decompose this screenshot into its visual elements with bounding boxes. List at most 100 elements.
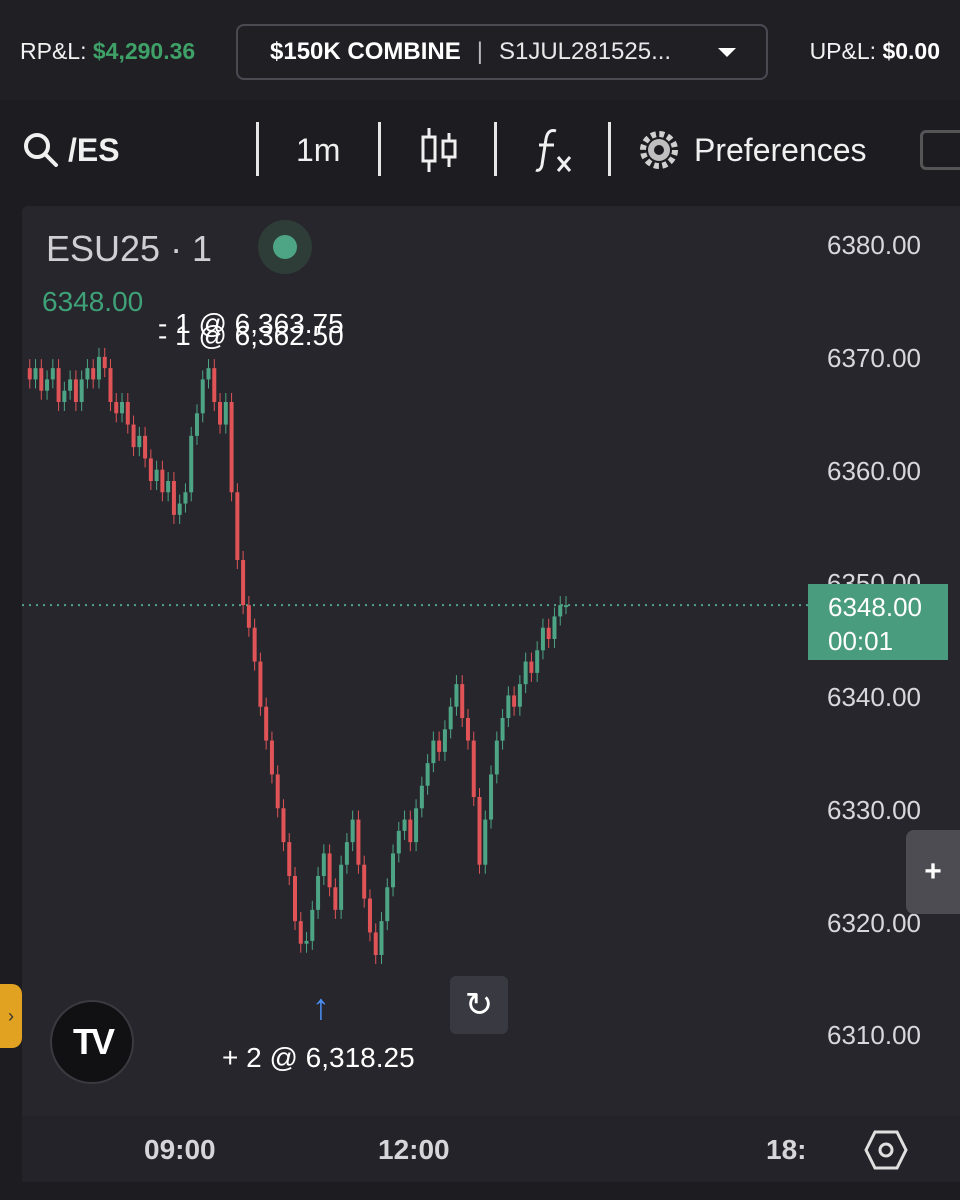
candle-body — [367, 898, 372, 933]
candle-body — [316, 876, 321, 910]
candle-body — [558, 605, 563, 617]
candle-body — [471, 740, 476, 797]
candlestick-icon — [421, 128, 457, 172]
account-selector[interactable]: $150K COMBINE | S1JUL281525... — [236, 24, 768, 80]
candle-body — [96, 356, 101, 380]
y-tick: 6320.00 — [827, 908, 921, 938]
candle-body — [114, 402, 119, 414]
candle-body — [402, 819, 407, 831]
candle-body — [356, 819, 361, 865]
preferences-label: Preferences — [694, 131, 867, 168]
candle-body — [120, 402, 125, 414]
candle-body — [373, 932, 378, 955]
candle-body — [517, 684, 522, 707]
chart-type-button[interactable] — [420, 100, 460, 200]
rpl-value: $4,290.36 — [92, 38, 196, 64]
y-tick: 6310.00 — [827, 1020, 921, 1050]
unrealized-pnl: UP&L: $0.00 — [810, 38, 940, 65]
price-chart[interactable]: ESU25 · 1 6348.00 6380.00 6370.00 6360.0… — [22, 206, 960, 1182]
candle-body — [523, 661, 528, 685]
candle-body — [241, 560, 246, 606]
account-separator: | — [476, 38, 483, 65]
y-tick: 6380.00 — [827, 230, 921, 260]
toolbar-divider — [608, 122, 611, 176]
candle-body — [327, 853, 332, 888]
caret-down-icon — [718, 48, 736, 57]
top-bar: RP&L: $4,290.36 $150K COMBINE | S1JUL281… — [0, 0, 960, 100]
search-icon — [24, 133, 58, 167]
reset-chart-button[interactable]: ↻ — [450, 976, 508, 1034]
toolbar-checkbox[interactable] — [920, 130, 960, 170]
y-tick: 6370.00 — [827, 343, 921, 373]
toolbar-divider — [256, 122, 259, 176]
candle-body — [125, 402, 130, 425]
toolbar-divider — [494, 122, 497, 176]
y-tick: 6360.00 — [827, 456, 921, 486]
candle-body — [535, 650, 540, 673]
y-tick: 6330.00 — [827, 795, 921, 825]
candle-body — [483, 819, 488, 865]
candle-body — [108, 368, 113, 402]
chart-toolbar: /ES 1m Preferences — [0, 100, 960, 200]
realized-pnl: RP&L: $4,290.36 — [20, 38, 195, 65]
candle-body — [339, 864, 344, 910]
sell-fill-label: - 1 @ 6,362.50 — [158, 320, 344, 351]
candle-body — [131, 424, 136, 448]
candle-body — [506, 695, 511, 718]
candle-body — [39, 368, 44, 391]
candle-body — [477, 797, 482, 865]
candle-body — [298, 921, 303, 944]
candle-body — [73, 379, 78, 402]
candle-body — [246, 605, 251, 628]
candle-body — [229, 402, 234, 493]
candle-body — [148, 458, 153, 481]
symbol-search-button[interactable]: /ES — [22, 100, 120, 200]
candle-body — [235, 492, 240, 560]
candle-body — [540, 627, 545, 651]
price-plot[interactable] — [22, 206, 812, 1106]
x-tick: 18: — [766, 1134, 807, 1165]
x-tick: 09:00 — [144, 1134, 216, 1165]
candle-body — [194, 413, 199, 436]
candle-body — [143, 435, 148, 459]
candle-body — [79, 379, 84, 402]
candle-body — [160, 469, 165, 493]
candle-body — [27, 368, 32, 380]
candle-body — [310, 909, 315, 941]
add-order-button[interactable]: + — [906, 830, 960, 914]
buy-fill-label: + 2 @ 6,318.25 — [222, 1042, 415, 1073]
candle-body — [45, 379, 50, 391]
candle-body — [460, 684, 465, 718]
candle-body — [454, 684, 459, 707]
candle-body — [177, 503, 182, 515]
side-panel-toggle[interactable]: › — [0, 984, 22, 1048]
candle-body — [512, 695, 517, 707]
time-axis: 09:00 12:00 18: — [22, 1116, 960, 1182]
function-icon — [535, 129, 572, 172]
interval-button[interactable]: 1m — [296, 100, 340, 200]
preferences-button[interactable]: Preferences — [638, 100, 867, 200]
candle-body — [494, 740, 499, 775]
candle-body — [500, 718, 505, 741]
candle-body — [333, 887, 338, 910]
indicators-button[interactable] — [534, 100, 574, 200]
candle-body — [56, 368, 61, 402]
candle-body — [269, 740, 274, 775]
candle-body — [200, 379, 205, 414]
candle-body — [448, 706, 453, 730]
candle-body — [489, 774, 494, 820]
candle-body — [385, 887, 390, 922]
candle-body — [154, 469, 159, 481]
symbol-label: /ES — [68, 131, 120, 168]
candle-body — [218, 402, 223, 425]
candle-body — [293, 876, 297, 922]
chart-settings-hexagon-icon[interactable] — [864, 1130, 908, 1170]
candle-body — [379, 921, 384, 955]
candle-body — [183, 492, 188, 504]
candle-body — [321, 853, 326, 876]
candle-body — [362, 864, 367, 899]
gear-icon — [640, 131, 678, 169]
candle-body — [414, 808, 419, 843]
candle-body — [431, 740, 436, 764]
price-tag-countdown: 00:01 — [828, 626, 894, 656]
